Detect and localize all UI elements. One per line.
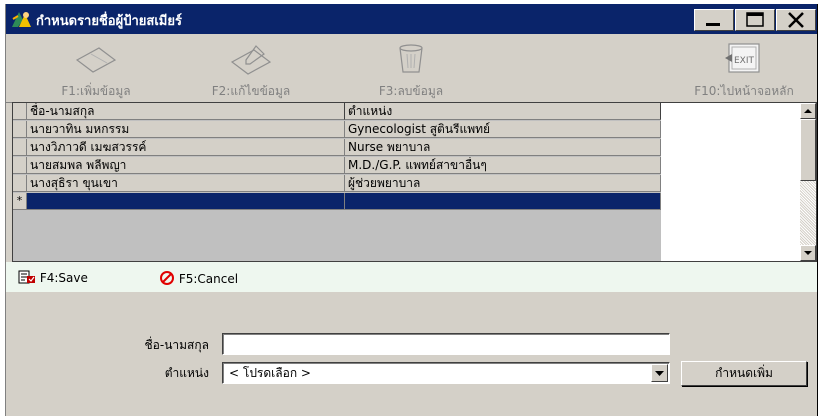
name-label: ชื่อ-นามสกุล [144, 338, 209, 352]
position-select[interactable]: < โปรดเลือก > [222, 362, 670, 384]
cell-name[interactable]: นางวิภาวดี เมฆสวรรค์ [27, 139, 345, 156]
edit-record-button[interactable]: F2:แก้ไขข้อมูล [196, 34, 306, 102]
chevron-down-icon [655, 371, 664, 376]
delete-record-button[interactable]: F3:ลบข้อมูล [361, 34, 461, 102]
edit-record-label: F2:แก้ไขข้อมูล [211, 84, 291, 98]
add-record-label: F1:เพิ่มข้อมูล [61, 84, 131, 98]
row-selector[interactable] [13, 121, 27, 138]
close-button[interactable] [776, 9, 816, 31]
row-selector[interactable] [13, 175, 27, 192]
scroll-down-button[interactable] [800, 245, 816, 261]
define-more-button[interactable]: กำหนดเพิ่ม [681, 361, 807, 386]
cancel-button[interactable]: F5:Cancel [159, 270, 238, 286]
minimize-button[interactable] [694, 9, 734, 31]
add-document-icon [75, 47, 117, 73]
svg-text:EXIT: EXIT [734, 56, 755, 66]
row-selector[interactable] [13, 139, 27, 156]
add-record-button[interactable]: F1:เพิ่มข้อมูล [46, 34, 146, 102]
trash-icon [399, 44, 423, 73]
delete-record-label: F3:ลบข้อมูล [378, 84, 444, 98]
table-row[interactable]: นายวาทิน มหกรรม Gynecologist สูตินรีแพทย… [13, 121, 661, 139]
row-selector[interactable] [13, 157, 27, 174]
window-title: กำหนดรายชื่อผู้ป้ายสเมียร์ [36, 14, 182, 29]
vertical-scrollbar[interactable] [800, 103, 816, 261]
position-selected-value: < โปรดเลือก > [229, 366, 311, 380]
cancel-icon [160, 271, 174, 285]
scroll-up-button[interactable] [800, 103, 816, 119]
exit-icon: EXIT [725, 43, 760, 73]
dropdown-button[interactable] [651, 364, 668, 382]
name-field[interactable] [222, 333, 670, 355]
grid-header-row: ชื่อ-นามสกุล ตำแหน่ง [13, 103, 661, 121]
edit-document-icon [230, 45, 272, 75]
grid-body: ชื่อ-นามสกุล ตำแหน่ง นายวาทิน มหกรรม Gyn… [13, 103, 661, 261]
position-label: ตำแหน่ง [164, 366, 209, 380]
new-cell-name[interactable] [27, 193, 345, 210]
cell-name[interactable]: นายสมพล พลีพญา [27, 157, 345, 174]
app-window: กำหนดรายชื่อผู้ป้ายสเมียร์ F1:เพิ่มข้อมู… [5, 4, 818, 416]
new-cell-position[interactable] [345, 193, 661, 210]
scroll-down-icon [804, 251, 812, 255]
action-bar: F4:Save F5:Cancel [6, 262, 817, 293]
toolbar: F1:เพิ่มข้อมูล F2:แก้ไขข้อมูล F3:ลบข้อมู… [6, 34, 817, 103]
scroll-up-icon [804, 109, 812, 113]
main-screen-label: F10:ไปหน้าจอหลัก [694, 84, 794, 98]
save-label: F4:Save [39, 271, 88, 285]
table-row[interactable]: นางสุธิรา ขุนเขา ผู้ช่วยพยาบาล [13, 175, 661, 193]
cell-position[interactable]: Gynecologist สูตินรีแพทย์ [345, 121, 661, 138]
column-header-position[interactable]: ตำแหน่ง [345, 103, 661, 120]
new-record-row[interactable]: * [13, 193, 661, 211]
cell-name[interactable]: นายวาทิน มหกรรม [27, 121, 345, 138]
cell-name[interactable]: นางสุธิรา ขุนเขา [27, 175, 345, 192]
cancel-label: F5:Cancel [178, 272, 239, 286]
header-selector [13, 103, 27, 120]
cell-position[interactable]: M.D./G.P. แพทย์สาขาอื่นๆ [345, 157, 661, 174]
data-grid[interactable]: ชื่อ-นามสกุล ตำแหน่ง นายวาทิน มหกรรม Gyn… [12, 102, 817, 262]
scroll-track[interactable] [800, 181, 816, 245]
save-button[interactable]: F4:Save [18, 270, 88, 285]
main-screen-button[interactable]: EXIT F10:ไปหน้าจอหลัก [674, 34, 814, 102]
scroll-thumb[interactable] [800, 119, 816, 181]
new-row-marker: * [13, 193, 27, 210]
cell-position[interactable]: Nurse พยาบาล [345, 139, 661, 156]
edit-form: ชื่อ-นามสกุล ตำแหน่ง < โปรดเลือก > กำหนด… [6, 292, 817, 416]
save-icon [18, 270, 35, 284]
cell-position[interactable]: ผู้ช่วยพยาบาล [345, 175, 661, 192]
title-bar[interactable]: กำหนดรายชื่อผู้ป้ายสเมียร์ [6, 4, 817, 34]
grid-empty-area [13, 211, 661, 261]
column-header-name[interactable]: ชื่อ-นามสกุล [27, 103, 345, 120]
table-row[interactable]: นางวิภาวดี เมฆสวรรค์ Nurse พยาบาล [13, 139, 661, 157]
maximize-button[interactable] [735, 9, 775, 31]
table-row[interactable]: นายสมพล พลีพญา M.D./G.P. แพทย์สาขาอื่นๆ [13, 157, 661, 175]
app-icon [10, 9, 32, 29]
